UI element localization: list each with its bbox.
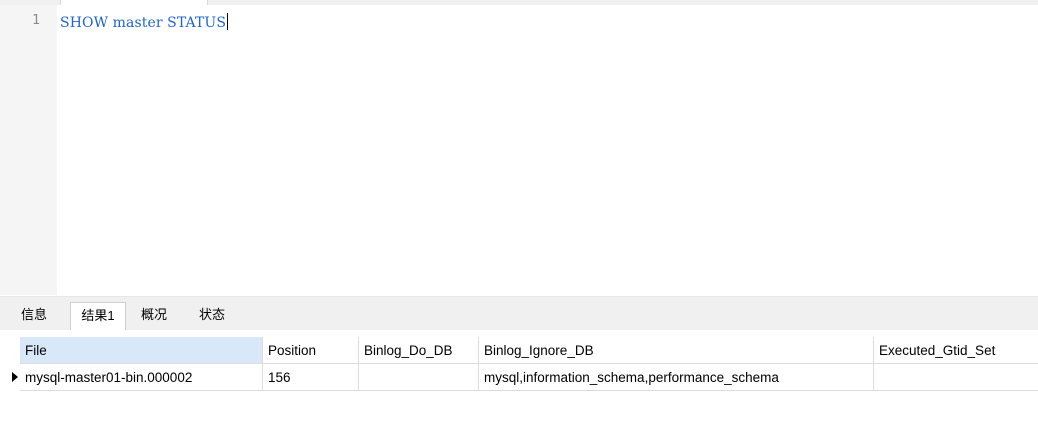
- header-row: File Position Binlog_Do_DB Binlog_Ignore…: [0, 337, 1038, 364]
- code-line[interactable]: SHOW master STATUS: [60, 13, 229, 31]
- sql-statement: SHOW master STATUS: [60, 15, 227, 31]
- line-number: 1: [32, 13, 40, 28]
- result-tabs: 信息 结果1 概况 状态: [0, 296, 1038, 331]
- line-gutter: 1: [0, 5, 57, 295]
- cell-binlog-do-db[interactable]: [359, 364, 479, 391]
- cell-binlog-ignore-db[interactable]: mysql,information_schema,performance_sch…: [479, 364, 874, 391]
- header-row-indicator: [0, 337, 20, 364]
- cell-position[interactable]: 156: [263, 364, 359, 391]
- text-caret: [227, 13, 229, 30]
- column-header-file[interactable]: File: [20, 337, 263, 364]
- cell-file[interactable]: mysql-master01-bin.000002: [20, 364, 263, 391]
- column-header-binlog-do-db[interactable]: Binlog_Do_DB: [359, 337, 479, 364]
- tab-info[interactable]: 信息: [14, 302, 54, 329]
- column-header-binlog-ignore-db[interactable]: Binlog_Ignore_DB: [479, 337, 874, 364]
- triangle-right-icon: [12, 372, 18, 382]
- tab-profile[interactable]: 概况: [132, 302, 176, 329]
- tab-result-1[interactable]: 结果1: [70, 302, 126, 331]
- current-row-indicator: [0, 364, 20, 391]
- table-row[interactable]: mysql-master01-bin.000002 156 mysql,info…: [0, 364, 1038, 391]
- sql-editor[interactable]: 1 SHOW master STATUS: [0, 5, 1038, 295]
- column-header-executed-gtid-set[interactable]: Executed_Gtid_Set: [874, 337, 1038, 364]
- cell-executed-gtid-set[interactable]: [874, 364, 1038, 391]
- column-header-position[interactable]: Position: [263, 337, 359, 364]
- results-grid: File Position Binlog_Do_DB Binlog_Ignore…: [0, 330, 1038, 445]
- tab-status[interactable]: 状态: [190, 302, 234, 329]
